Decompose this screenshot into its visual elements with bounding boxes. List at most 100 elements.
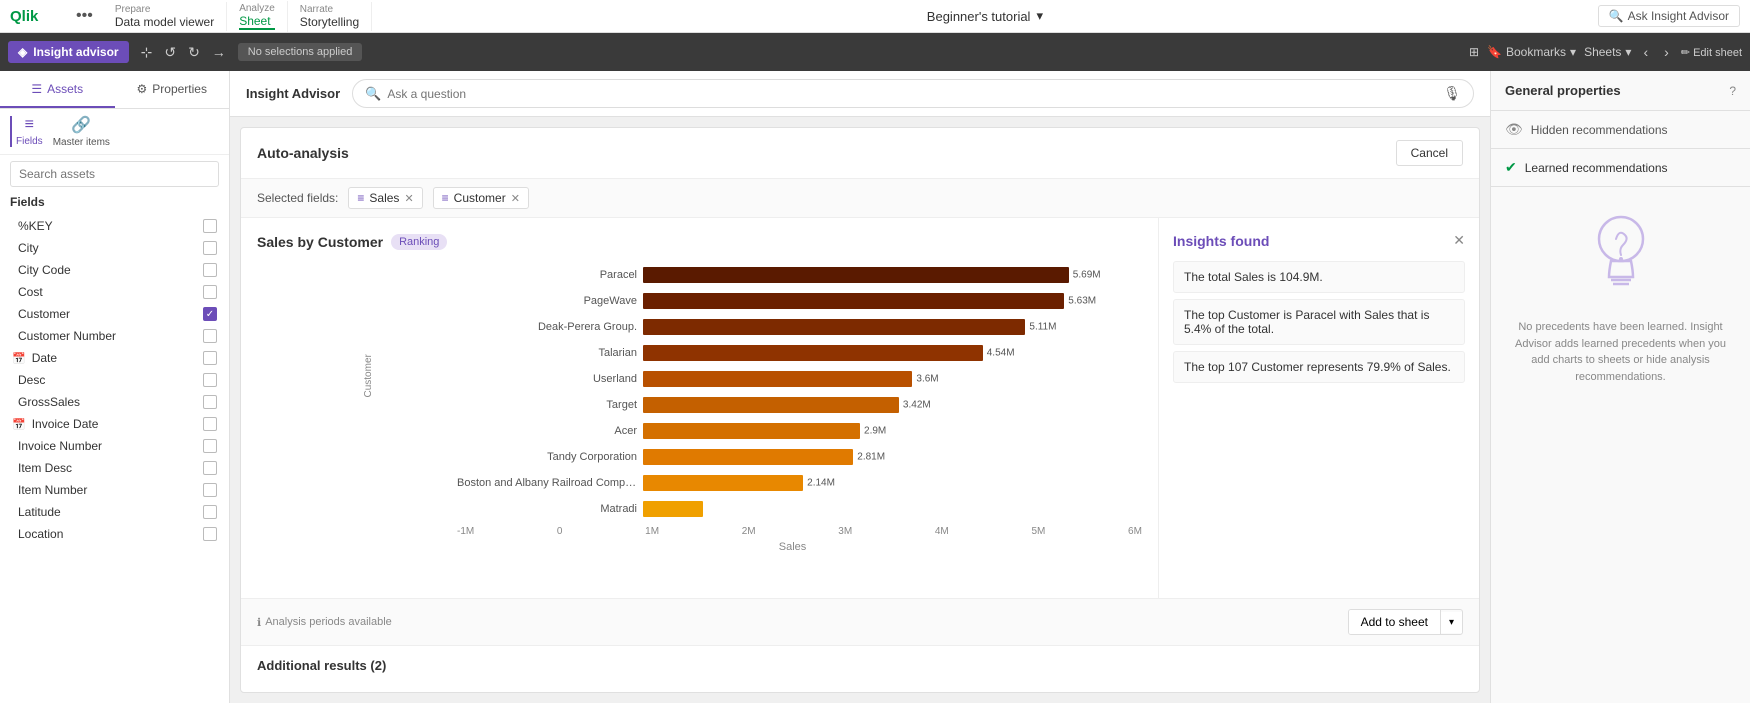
field-item[interactable]: City <box>10 237 219 259</box>
toolbar-icon-undo[interactable]: ↺ <box>160 40 180 65</box>
field-checkbox[interactable] <box>203 351 217 365</box>
field-item[interactable]: Item Number <box>10 479 219 501</box>
learned-rec-label: Learned recommendations <box>1525 161 1668 175</box>
bar-value-label: 2.14M <box>807 478 835 489</box>
prepare-title: Data model viewer <box>115 15 214 29</box>
field-tag-customer-label: Customer <box>454 191 506 205</box>
analyze-section[interactable]: Analyze Sheet <box>227 1 288 32</box>
tab-properties[interactable]: ⚙ Properties <box>115 71 230 108</box>
field-item[interactable]: %KEY <box>10 215 219 237</box>
hidden-recommendations-section[interactable]: 👁 Hidden recommendations <box>1491 111 1750 149</box>
help-icon[interactable]: ? <box>1729 84 1736 98</box>
bar-label: Userland <box>457 373 637 385</box>
sheets-button[interactable]: Sheets ▾ <box>1584 45 1631 59</box>
add-to-sheet-button[interactable]: Add to sheet <box>1349 610 1441 634</box>
chart-footer: ℹ Analysis periods available Add to shee… <box>241 598 1479 645</box>
properties-icon: ⚙ <box>137 82 148 96</box>
field-item[interactable]: Customer Number <box>10 325 219 347</box>
narrate-section[interactable]: Narrate Storytelling <box>288 2 372 31</box>
field-name-label: GrossSales <box>18 395 80 409</box>
nav-next-button[interactable]: › <box>1660 40 1673 64</box>
field-name-label: Cost <box>18 285 43 299</box>
field-checkbox[interactable] <box>203 483 217 497</box>
insight-item: The top 107 Customer represents 79.9% of… <box>1173 351 1465 383</box>
field-checkbox[interactable]: ✓ <box>203 307 217 321</box>
insights-list: The total Sales is 104.9M.The top Custom… <box>1173 261 1465 383</box>
x-axis-tick: 4M <box>935 526 949 537</box>
ask-insight-button[interactable]: 🔍 Ask Insight Advisor <box>1598 5 1740 27</box>
additional-results: Additional results (2) <box>241 645 1479 685</box>
field-item[interactable]: Location <box>10 523 219 545</box>
nav-prev-button[interactable]: ‹ <box>1639 40 1652 64</box>
fields-list: %KEYCityCity Code Cost Customer✓Customer N… <box>10 215 219 545</box>
bar-value-label: 5.11M <box>1029 322 1056 333</box>
grid-view-button[interactable]: ⊞ <box>1469 45 1479 59</box>
field-checkbox[interactable] <box>203 329 217 343</box>
field-checkbox[interactable] <box>203 417 217 431</box>
bar-label: Tandy Corporation <box>457 451 637 463</box>
nav-master-items[interactable]: 🔗 Master items <box>53 115 110 148</box>
more-options-icon[interactable]: ••• <box>76 7 93 25</box>
lightbulb-icon <box>1581 207 1661 307</box>
field-checkbox[interactable] <box>203 241 217 255</box>
field-item[interactable]: GrossSales <box>10 391 219 413</box>
bookmarks-button[interactable]: 🔖 Bookmarks ▾ <box>1487 45 1576 59</box>
field-item[interactable]: Cost <box>10 281 219 303</box>
field-checkbox[interactable] <box>203 505 217 519</box>
x-axis-tick: 6M <box>1128 526 1142 537</box>
customer-field-close[interactable]: ✕ <box>511 192 520 205</box>
question-input-bar[interactable]: 🔍 🎙 <box>352 79 1474 108</box>
cancel-button[interactable]: Cancel <box>1396 140 1463 166</box>
field-item[interactable]: Item Desc <box>10 457 219 479</box>
field-checkbox[interactable] <box>203 263 217 277</box>
hidden-rec-icon: 👁 <box>1505 121 1523 138</box>
prepare-section[interactable]: Prepare Data model viewer <box>103 2 227 31</box>
toolbar-icons: ⊹ ↺ ↻ → <box>137 40 230 65</box>
x-axis-tick: 5M <box>1031 526 1045 537</box>
learned-recommendations-section[interactable]: ✔ Learned recommendations <box>1491 149 1750 187</box>
toolbar-icon-select[interactable]: ⊹ <box>137 40 157 65</box>
bar-label: Talarian <box>457 347 637 359</box>
question-input[interactable] <box>387 87 1437 101</box>
sales-field-close[interactable]: ✕ <box>404 192 413 205</box>
edit-sheet-button[interactable]: ✏ Edit sheet <box>1681 46 1742 59</box>
field-item[interactable]: Invoice Number <box>10 435 219 457</box>
bar-row: Acer2.9M <box>457 421 1092 441</box>
svg-text:Qlik: Qlik <box>10 8 39 25</box>
app-title-chevron[interactable]: ▾ <box>1036 8 1043 24</box>
field-checkbox[interactable] <box>203 373 217 387</box>
tab-assets[interactable]: ☰ Assets <box>0 71 115 108</box>
bar-value-label: 2.9M <box>864 426 886 437</box>
insights-close-button[interactable]: ✕ <box>1453 232 1465 249</box>
field-item[interactable]: Customer✓ <box>10 303 219 325</box>
mic-icon[interactable]: 🎙 <box>1443 85 1461 102</box>
insight-advisor-brand-label: Insight advisor <box>33 45 118 59</box>
toolbar-icon-redo[interactable]: ↻ <box>184 40 204 65</box>
field-checkbox[interactable] <box>203 439 217 453</box>
right-panel: General properties ? 👁 Hidden recommenda… <box>1490 71 1750 703</box>
ask-insight-label: Ask Insight Advisor <box>1628 9 1729 23</box>
add-to-sheet-dropdown[interactable]: ▾ <box>1441 612 1462 633</box>
hidden-rec-label: Hidden recommendations <box>1531 123 1668 137</box>
fields-header: Fields <box>10 195 219 209</box>
field-checkbox[interactable] <box>203 461 217 475</box>
field-item[interactable]: Desc <box>10 369 219 391</box>
field-checkbox[interactable] <box>203 527 217 541</box>
bar-fill <box>643 319 1025 335</box>
field-item[interactable]: Latitude <box>10 501 219 523</box>
ranking-badge: Ranking <box>391 234 447 250</box>
field-checkbox[interactable] <box>203 395 217 409</box>
field-item[interactable]: 📅Invoice Date <box>10 413 219 435</box>
search-assets-input[interactable] <box>10 161 219 187</box>
customer-field-icon: ≡ <box>442 191 449 205</box>
field-item[interactable]: City Code <box>10 259 219 281</box>
field-checkbox[interactable] <box>203 219 217 233</box>
field-item[interactable]: 📅Date <box>10 347 219 369</box>
bar-row: PageWave5.63M <box>457 291 1092 311</box>
nav-fields[interactable]: ≡ Fields <box>10 116 43 147</box>
toolbar-icon-forward[interactable]: → <box>208 40 230 64</box>
insight-advisor-brand[interactable]: ◈ Insight advisor <box>8 41 129 63</box>
field-checkbox[interactable] <box>203 285 217 299</box>
main-layout: ☰ Assets ⚙ Properties ≡ Fields 🔗 Master … <box>0 71 1750 703</box>
analysis-note-text: Analysis periods available <box>265 616 392 628</box>
